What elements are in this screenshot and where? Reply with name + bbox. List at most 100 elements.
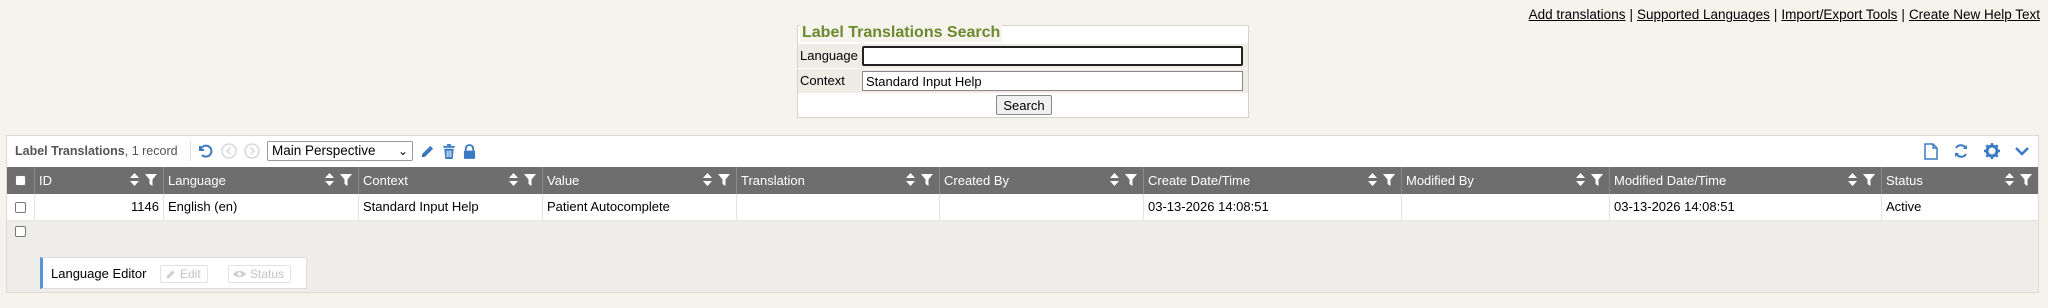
sort-icon[interactable] (1368, 173, 1377, 186)
column-header-id[interactable]: ID (34, 167, 163, 194)
select-all-checkbox[interactable] (15, 175, 26, 186)
language-row: Language (798, 44, 1248, 68)
language-editor-title: Language Editor (51, 266, 147, 281)
toolbar-divider (190, 141, 191, 161)
row-checkbox[interactable] (15, 202, 26, 213)
column-label: Created By (944, 173, 1010, 188)
filter-icon[interactable] (1125, 173, 1137, 186)
top-links: Add translations | Supported Languages | Imp… (1528, 7, 2040, 22)
language-editor-panel: Language Editor Edit Status (40, 257, 307, 289)
column-label: ID (39, 173, 52, 188)
search-button[interactable]: Search (996, 95, 1052, 115)
language-input[interactable] (862, 46, 1243, 66)
context-input[interactable] (862, 71, 1243, 91)
add-translations-link[interactable]: Add translations (1529, 7, 1626, 22)
refresh-icon[interactable] (1953, 143, 1969, 159)
eye-icon (233, 270, 246, 278)
column-controls (130, 173, 157, 186)
cell-language: English (en) (163, 194, 358, 220)
sort-icon[interactable] (2005, 173, 2014, 186)
filter-icon[interactable] (1863, 173, 1875, 186)
column-controls (1576, 173, 1603, 186)
forward-icon[interactable] (244, 143, 260, 159)
document-icon[interactable] (1923, 142, 1939, 160)
cell-id: 1146 (34, 194, 163, 220)
trash-icon[interactable] (441, 143, 457, 159)
column-label: Translation (741, 173, 805, 188)
sort-icon[interactable] (906, 173, 915, 186)
pencil-icon (166, 269, 175, 279)
sort-icon[interactable] (1848, 173, 1857, 186)
edit-button-label: Edit (180, 266, 201, 281)
context-label: Context (800, 73, 845, 88)
grid-title-text: Label Translations (15, 144, 125, 158)
status-button[interactable]: Status (228, 265, 292, 283)
column-header-value[interactable]: Value (542, 167, 736, 194)
cell-status: Active (1881, 194, 2038, 220)
edit-button[interactable]: Edit (160, 265, 208, 283)
filter-icon[interactable] (921, 173, 933, 186)
record-count: , 1 record (124, 144, 178, 158)
cell-translation (736, 194, 939, 220)
column-controls (325, 173, 352, 186)
sort-icon[interactable] (325, 173, 334, 186)
lock-icon[interactable] (461, 143, 477, 159)
empty-row-checkbox[interactable] (15, 226, 26, 237)
import-export-tools-link[interactable]: Import/Export Tools (1781, 7, 1897, 22)
chevron-down-icon: ⌄ (397, 144, 408, 158)
grid-toolbar: Label Translations, 1 record Main Perspe… (7, 136, 2038, 168)
undo-icon[interactable] (197, 143, 213, 159)
filter-icon[interactable] (1383, 173, 1395, 186)
cell-modified-by (1401, 194, 1609, 220)
search-title: Label Translations Search (800, 24, 1003, 42)
sort-icon[interactable] (703, 173, 712, 186)
grid-panel: Label Translations, 1 record Main Perspe… (6, 135, 2039, 293)
context-row: Context (798, 69, 1248, 93)
column-header-create-datetime[interactable]: Create Date/Time (1143, 167, 1401, 194)
create-new-help-text-link[interactable]: Create New Help Text (1909, 7, 2040, 22)
column-controls (1110, 173, 1137, 186)
filter-icon[interactable] (524, 173, 536, 186)
table-row[interactable]: 1146 English (en) Standard Input Help Pa… (7, 194, 2038, 221)
column-header-context[interactable]: Context (358, 167, 542, 194)
grid-title: Label Translations, 1 record (15, 144, 178, 158)
sort-icon[interactable] (1110, 173, 1119, 186)
perspective-value: Main Perspective (272, 143, 376, 158)
pencil-icon[interactable] (419, 143, 435, 159)
back-icon[interactable] (221, 143, 237, 159)
filter-icon[interactable] (1591, 173, 1603, 186)
empty-row (7, 220, 2038, 242)
column-controls (906, 173, 933, 186)
filter-icon[interactable] (718, 173, 730, 186)
column-header-modified-by[interactable]: Modified By (1401, 167, 1609, 194)
column-header-status[interactable]: Status (1881, 167, 2038, 194)
gear-icon[interactable] (1984, 143, 2000, 159)
sort-icon[interactable] (509, 173, 518, 186)
cell-value: Patient Autocomplete (542, 194, 736, 220)
column-label: Status (1886, 173, 1923, 188)
collapse-chevron-icon[interactable] (2014, 143, 2030, 159)
column-label: Create Date/Time (1148, 173, 1251, 188)
filter-icon[interactable] (340, 173, 352, 186)
sort-icon[interactable] (130, 173, 139, 186)
column-controls (1368, 173, 1395, 186)
perspective-select[interactable]: Main Perspective ⌄ (267, 141, 413, 161)
column-label: Value (547, 173, 580, 188)
sort-icon[interactable] (1576, 173, 1585, 186)
column-header-modified-datetime[interactable]: Modified Date/Time (1609, 167, 1881, 194)
cell-create-datetime: 03-13-2026 14:08:51 (1143, 194, 1401, 220)
column-label: Modified Date/Time (1614, 173, 1727, 188)
column-controls (2005, 173, 2032, 186)
column-header-language[interactable]: Language (163, 167, 358, 194)
column-label: Modified By (1406, 173, 1474, 188)
column-controls (509, 173, 536, 186)
filter-icon[interactable] (145, 173, 157, 186)
column-header-translation[interactable]: Translation (736, 167, 939, 194)
search-panel: Label Translations Search Language Conte… (797, 24, 1249, 118)
supported-languages-link[interactable]: Supported Languages (1637, 7, 1770, 22)
cell-context: Standard Input Help (358, 194, 542, 220)
column-controls (703, 173, 730, 186)
column-header-created-by[interactable]: Created By (939, 167, 1143, 194)
filter-icon[interactable] (2020, 173, 2032, 186)
cell-modified-datetime: 03-13-2026 14:08:51 (1609, 194, 1881, 220)
